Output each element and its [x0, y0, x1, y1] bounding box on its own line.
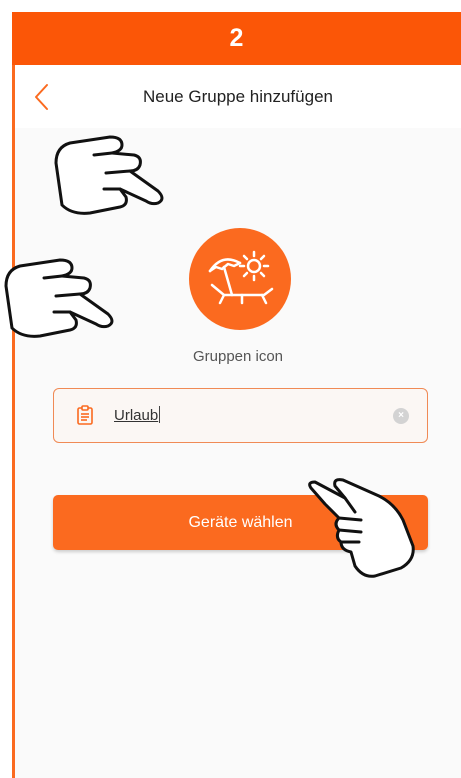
group-name-field[interactable]: Urlaub ×	[53, 388, 428, 443]
pointing-hand-icon	[4, 258, 114, 338]
beach-chair-umbrella-sun-icon	[208, 250, 274, 305]
pointing-hand-icon	[308, 478, 415, 578]
step-number: 2	[229, 24, 244, 52]
step-banner: 2	[12, 12, 461, 65]
clipboard-icon	[77, 405, 93, 425]
group-icon-button[interactable]	[189, 228, 291, 330]
app-bar: Neue Gruppe hinzufügen	[15, 65, 461, 129]
pointing-hand-icon	[54, 135, 164, 215]
group-icon-label: Gruppen icon	[192, 348, 284, 365]
group-name-value[interactable]: Urlaub	[114, 406, 160, 424]
page-title: Neue Gruppe hinzufügen	[143, 87, 333, 106]
clear-icon[interactable]: ×	[393, 408, 409, 424]
form-content: Gruppen icon Urlaub × Geräte wählen	[15, 128, 461, 778]
